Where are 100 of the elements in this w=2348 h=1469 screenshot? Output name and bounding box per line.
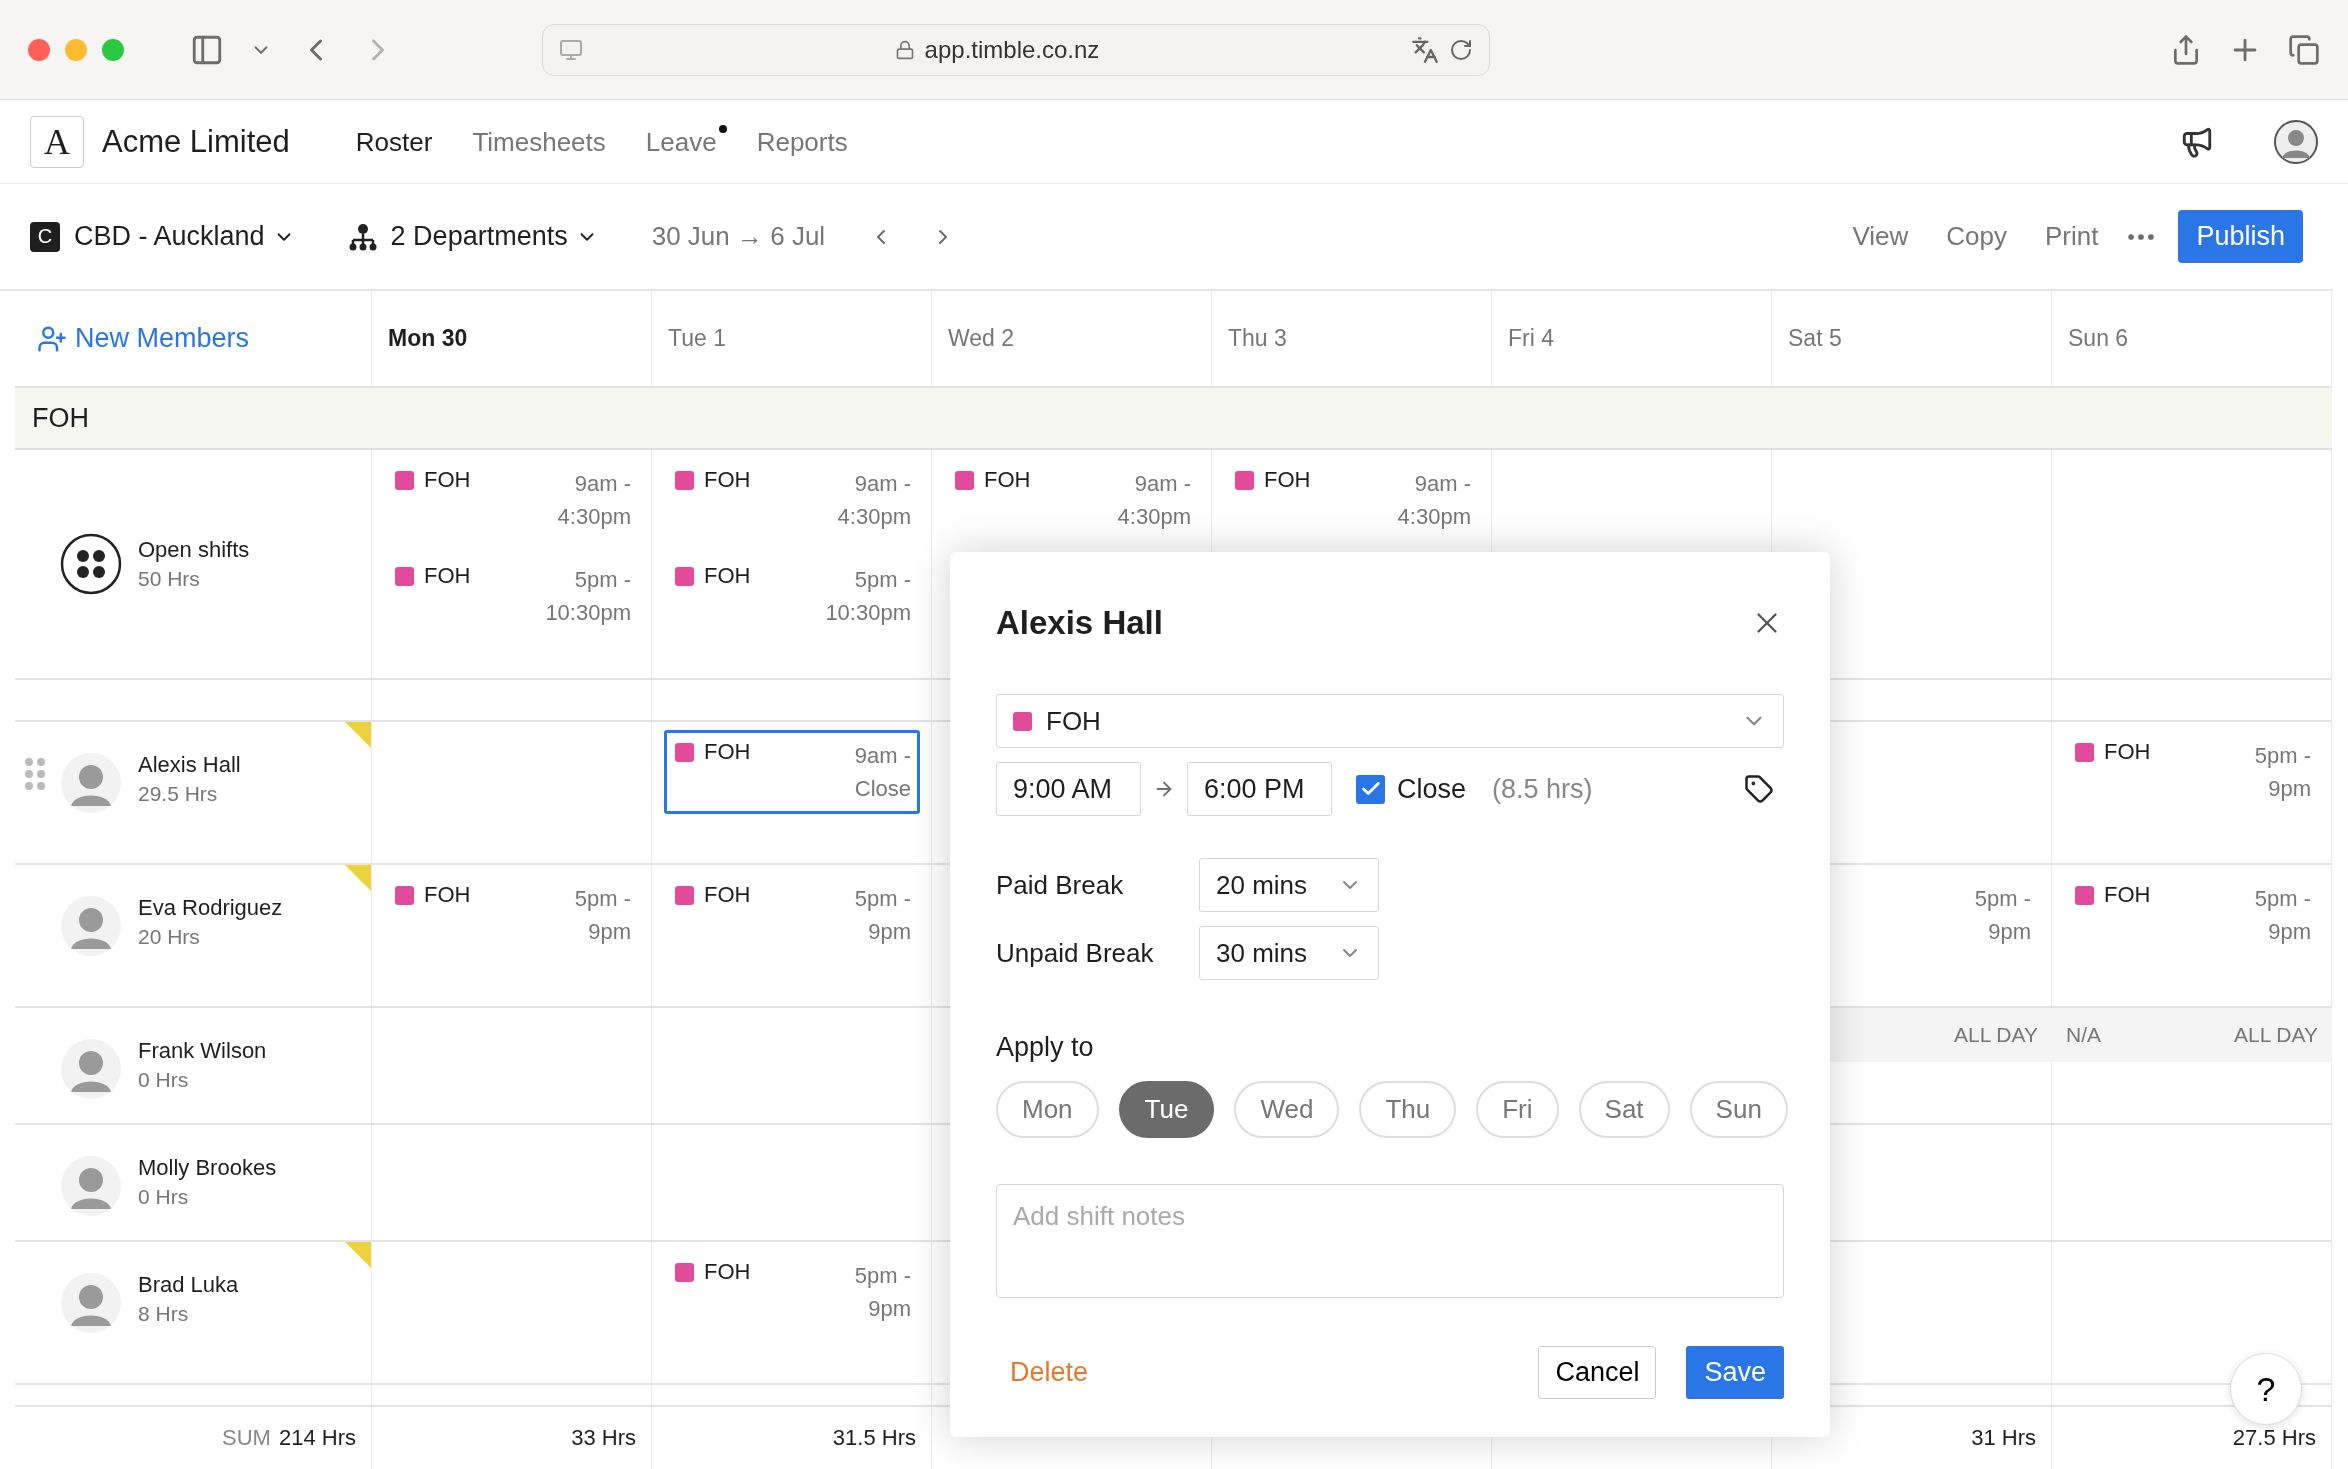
- shift-department: FOH: [675, 467, 751, 493]
- window-close-button[interactable]: [28, 38, 50, 61]
- member-name[interactable]: Frank Wilson: [138, 1038, 267, 1064]
- new-members-link[interactable]: New Members: [37, 323, 250, 354]
- break-select[interactable]: 20 mins: [1199, 858, 1379, 912]
- department-swatch: [2075, 885, 2094, 905]
- day-toggle[interactable]: Tue: [1118, 1081, 1215, 1138]
- member-name[interactable]: Alexis Hall: [138, 752, 241, 778]
- break-select[interactable]: 30 mins: [1199, 926, 1379, 980]
- day-toggle[interactable]: Sat: [1578, 1081, 1670, 1138]
- leave-note: N/A: [2066, 1023, 2101, 1047]
- member-hours: 50 Hrs: [138, 567, 201, 591]
- day-toggle[interactable]: Sun: [1689, 1081, 1788, 1138]
- break-label: Unpaid Break: [996, 937, 1155, 969]
- sum-total: 214 Hrs: [278, 1425, 356, 1451]
- shift-department: FOH: [395, 882, 471, 908]
- day-header: Thu 3: [1228, 325, 1287, 352]
- shift-card[interactable]: FOH 9am - 4:30pm: [384, 458, 640, 542]
- shift-card[interactable]: FOH 5pm - 9pm: [2064, 730, 2320, 814]
- tabs-icon[interactable]: [2288, 33, 2320, 66]
- member-hours: 0 Hrs: [138, 1068, 190, 1092]
- shift-department: FOH: [2075, 882, 2151, 908]
- day-toggle[interactable]: Wed: [1234, 1081, 1340, 1138]
- shift-department: FOH: [395, 563, 471, 589]
- day-header: Sun 6: [2068, 325, 2129, 352]
- day-toggle[interactable]: Fri: [1476, 1081, 1559, 1138]
- open-shifts-icon: [60, 533, 122, 595]
- address-bar[interactable]: app.timble.co.nz: [542, 23, 1490, 76]
- shift-notes-field[interactable]: Add shift notes: [996, 1184, 1784, 1298]
- shift-card[interactable]: FOH 9am - Close: [664, 730, 920, 814]
- nav-tab[interactable]: Roster: [355, 124, 443, 159]
- save-button[interactable]: Save: [1686, 1346, 1784, 1399]
- shift-time: 5pm - 9pm: [853, 1262, 911, 1323]
- avatar-icon[interactable]: [2274, 119, 2318, 164]
- department-select[interactable]: FOH: [996, 694, 1784, 748]
- department-swatch: [1235, 470, 1254, 490]
- toolbar-action[interactable]: Copy: [1934, 221, 2019, 252]
- location-badge: C: [30, 221, 60, 252]
- day-toggle[interactable]: Thu: [1359, 1081, 1457, 1138]
- day-header: Mon 30: [388, 325, 468, 352]
- department-swatch: [675, 470, 694, 490]
- shift-department: FOH: [675, 1259, 751, 1285]
- avatar-icon: [60, 752, 122, 814]
- drag-handle-icon[interactable]: [25, 758, 45, 790]
- shift-department: FOH: [2075, 739, 2151, 765]
- shift-time: 9am - 4:30pm: [556, 470, 631, 531]
- day-total: 31.5 Hrs: [832, 1425, 916, 1451]
- company-logo[interactable]: A: [30, 115, 84, 168]
- toolbar-action[interactable]: View: [1840, 221, 1921, 252]
- member-hours: 8 Hrs: [138, 1302, 190, 1326]
- member-name[interactable]: Open shifts: [138, 537, 250, 563]
- departments-dropdown[interactable]: 2 Departments: [390, 221, 598, 252]
- department-swatch: [675, 1262, 694, 1282]
- shift-department: FOH: [675, 563, 751, 589]
- shift-card[interactable]: FOH 9am - 4:30pm: [1224, 458, 1480, 542]
- translate-icon[interactable]: [1411, 35, 1439, 64]
- day-header: Wed 2: [948, 325, 1015, 352]
- member-name[interactable]: Brad Luka: [138, 1272, 239, 1298]
- department-swatch: [675, 742, 694, 762]
- shift-card[interactable]: FOH 5pm - 9pm: [384, 873, 640, 957]
- member-name[interactable]: Molly Brookes: [138, 1155, 277, 1181]
- nav-tab[interactable]: Leave: [645, 124, 727, 159]
- page-icon: [559, 37, 583, 62]
- shift-card[interactable]: FOH 5pm - 9pm: [664, 873, 920, 957]
- location-dropdown[interactable]: CBD - Auckland: [74, 221, 295, 252]
- shift-card[interactable]: FOH 9am - 4:30pm: [944, 458, 1200, 542]
- shift-card[interactable]: FOH 5pm - 9pm: [664, 1250, 920, 1334]
- date-range: 30 Jun → 6 Jul: [651, 221, 826, 252]
- day-header: Fri 4: [1508, 325, 1554, 352]
- shift-card[interactable]: FOH 5pm - 9pm: [2064, 873, 2320, 957]
- day-total: 33 Hrs: [571, 1425, 636, 1451]
- close-label: Close: [1397, 773, 1467, 805]
- department-swatch: [675, 566, 694, 586]
- department-swatch: [2075, 742, 2094, 762]
- member-name[interactable]: Eva Rodriguez: [138, 895, 283, 921]
- day-total: 31 Hrs: [1971, 1425, 2036, 1451]
- shift-time: 9am - 4:30pm: [836, 470, 911, 531]
- publish-button[interactable]: Publish: [2178, 210, 2303, 263]
- toolbar-action[interactable]: Print: [2032, 221, 2111, 252]
- cancel-button[interactable]: Cancel: [1538, 1346, 1657, 1399]
- sum-label: SUM: [222, 1425, 271, 1451]
- apply-to-label: Apply to: [996, 1032, 1095, 1063]
- shift-card[interactable]: FOH 9am - 4:30pm: [664, 458, 920, 542]
- shift-time: 9am - 4:30pm: [1116, 470, 1191, 531]
- end-time-field[interactable]: 6:00 PM: [1187, 762, 1332, 816]
- start-time-field[interactable]: 9:00 AM: [996, 762, 1141, 816]
- avatar-icon: [60, 895, 122, 957]
- nav-tab[interactable]: Timesheets: [472, 124, 616, 159]
- leave-span: ALL DAY: [1953, 1023, 2038, 1047]
- shift-time: 9am - 4:30pm: [1396, 470, 1471, 531]
- day-total: 27.5 Hrs: [2232, 1425, 2316, 1451]
- nav-tab[interactable]: Reports: [756, 124, 858, 159]
- day-toggle[interactable]: Mon: [996, 1081, 1099, 1138]
- shift-time: 5pm - 10:30pm: [544, 566, 631, 627]
- department-swatch: [675, 885, 694, 905]
- reload-icon[interactable]: [1449, 37, 1473, 62]
- close-checkbox[interactable]: [1356, 774, 1385, 804]
- shift-card[interactable]: FOH 5pm - 10:30pm: [384, 554, 640, 638]
- tag-icon[interactable]: [1744, 774, 1774, 804]
- shift-card[interactable]: FOH 5pm - 10:30pm: [664, 554, 920, 638]
